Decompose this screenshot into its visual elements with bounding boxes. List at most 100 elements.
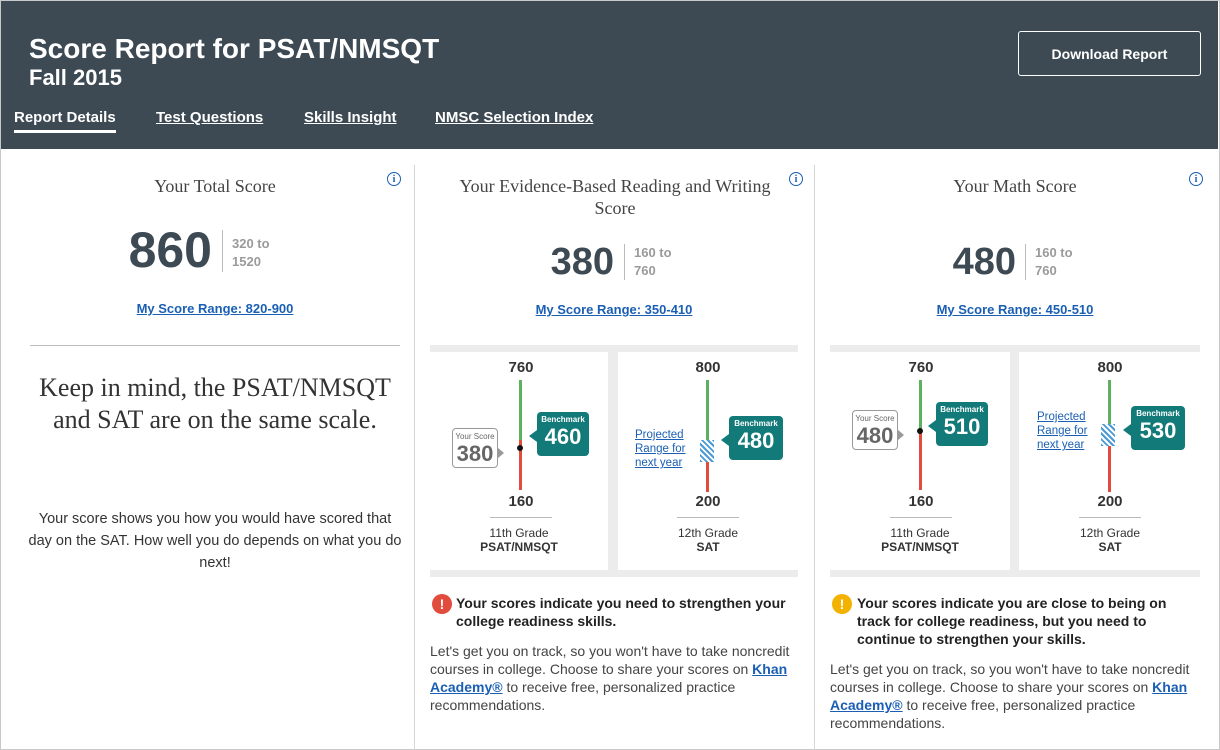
score-marker — [517, 445, 523, 451]
tab-skills-insight[interactable]: Skills Insight — [304, 109, 397, 126]
info-icon[interactable]: i — [387, 172, 401, 186]
gauge-bottom-value: 200 — [1097, 493, 1123, 510]
ebrw-sat-gauge: 800 Projected Range for next year Benchm… — [618, 352, 798, 570]
tab-test-questions[interactable]: Test Questions — [156, 109, 263, 126]
your-score-value: 380 — [456, 441, 494, 466]
above-bar — [519, 380, 522, 440]
math-readiness-message: Your scores indicate you are close to be… — [857, 595, 1167, 647]
projected-line: next year — [1037, 439, 1085, 451]
divider — [890, 517, 952, 518]
gauge-top-value: 760 — [508, 359, 534, 376]
test-label: SAT — [696, 540, 720, 554]
ebrw-score-range: 160 to 760 — [634, 244, 672, 280]
math-sat-gauge: 800 Projected Range for next year Benchm… — [1019, 352, 1200, 570]
gauge-caption: 12th Grade SAT — [1035, 526, 1185, 554]
gauge-top-value: 800 — [1097, 359, 1123, 376]
score-separator — [222, 230, 223, 272]
math-psat-gauge: 760 Your Score 480 Benchmark 510 160 11t… — [830, 352, 1010, 570]
math-score-title: Your Math Score — [953, 176, 1077, 196]
below-bar — [919, 430, 922, 490]
grade-label: 11th Grade — [890, 526, 950, 540]
range-high: 1520 — [232, 254, 261, 269]
above-bar — [706, 380, 709, 442]
divider — [677, 517, 739, 518]
score-separator — [1025, 244, 1026, 280]
range-high: 760 — [634, 263, 656, 278]
gauge-bottom-value: 160 — [908, 493, 934, 510]
math-score-range: 160 to 760 — [1035, 244, 1073, 280]
your-score-badge: Your Score 480 — [852, 410, 904, 450]
tab-report-details[interactable]: Report Details — [14, 109, 116, 133]
ebrw-readiness-detail: Let's get you on track, so you won't hav… — [430, 642, 800, 714]
projected-line: Projected — [1037, 411, 1086, 423]
projected-line: Range for — [635, 443, 686, 455]
benchmark-value: 530 — [1139, 418, 1177, 443]
ebrw-score-range-link[interactable]: My Score Range: 350-410 — [430, 302, 798, 317]
gauge-bottom-value: 160 — [508, 493, 534, 510]
gauge-bottom-value: 200 — [695, 493, 721, 510]
benchmark-badge: Benchmark 510 — [928, 402, 988, 446]
gauge-top-value: 800 — [695, 359, 721, 376]
benchmark-value: 480 — [737, 428, 775, 453]
report-title: Score Report for PSAT/NMSQT — [29, 33, 440, 64]
warning-icon: ! — [832, 594, 852, 614]
grade-label: 12th Grade — [1079, 526, 1141, 540]
projected-range-link[interactable]: Projected Range for next year — [1037, 410, 1088, 452]
same-scale-explanation: Your score shows you how you would have … — [28, 511, 402, 571]
grade-label: 12th Grade — [677, 526, 739, 540]
ebrw-psat-gauge: 760 Your Score 380 Benchmark 460 160 11t… — [430, 352, 608, 570]
gauge-caption: 11th Grade PSAT/NMSQT — [845, 526, 995, 554]
test-label: PSAT/NMSQT — [480, 540, 558, 554]
benchmark-badge: Benchmark 460 — [529, 412, 589, 456]
math-readiness-detail: Let's get you on track, so you won't hav… — [830, 660, 1200, 732]
your-score-badge: Your Score 380 — [452, 428, 504, 468]
error-icon: ! — [432, 594, 452, 614]
range-low: 160 to — [634, 245, 672, 260]
info-icon[interactable]: i — [1189, 172, 1203, 186]
message-text: Let's get you on track, so you won't hav… — [430, 643, 790, 677]
projected-range-link[interactable]: Projected Range for next year — [635, 428, 686, 470]
total-score-range: 320 to 1520 — [232, 235, 270, 271]
range-low: 160 to — [1035, 245, 1073, 260]
benchmark-value: 510 — [943, 414, 981, 439]
column-divider — [814, 165, 815, 750]
score-separator — [624, 244, 625, 280]
ebrw-score-title: Your Evidence-Based Reading and Writing … — [459, 176, 771, 218]
ebrw-score-value: 380 — [550, 241, 614, 283]
same-scale-heading: Keep in mind, the PSAT/NMSQT and SAT are… — [39, 373, 391, 434]
total-score-range-link[interactable]: My Score Range: 820-900 — [30, 301, 400, 316]
your-score-value: 480 — [856, 423, 894, 448]
test-label: SAT — [1098, 540, 1122, 554]
info-icon[interactable]: i — [789, 172, 803, 186]
ebrw-readiness-message: Your scores indicate you need to strengt… — [456, 595, 786, 629]
range-low: 320 to — [232, 236, 270, 251]
benchmark-value: 460 — [544, 424, 582, 449]
math-score-range-link[interactable]: My Score Range: 450-510 — [830, 302, 1200, 317]
total-score-value: 860 — [128, 222, 212, 278]
range-high: 760 — [1035, 263, 1057, 278]
gauge-caption: 11th Grade PSAT/NMSQT — [444, 526, 594, 554]
total-score-title: Your Total Score — [154, 176, 276, 196]
download-report-button[interactable]: Download Report — [1018, 31, 1201, 76]
benchmark-badge: Benchmark 480 — [721, 416, 783, 460]
above-bar — [919, 380, 922, 430]
report-header: Score Report for PSAT/NMSQT Fall 2015 Do… — [1, 1, 1218, 149]
report-subtitle: Fall 2015 — [29, 65, 122, 90]
message-text: Let's get you on track, so you won't hav… — [830, 661, 1190, 695]
projected-line: Projected — [635, 429, 684, 441]
divider — [1079, 517, 1141, 518]
tab-nmsc-selection-index[interactable]: NMSC Selection Index — [435, 109, 593, 126]
projected-line: next year — [635, 457, 683, 469]
test-label: PSAT/NMSQT — [881, 540, 959, 554]
grade-label: 11th Grade — [489, 526, 549, 540]
gauge-top-value: 760 — [908, 359, 934, 376]
projected-range-marker — [1101, 424, 1115, 446]
divider — [30, 345, 400, 346]
gauge-caption: 12th Grade SAT — [633, 526, 783, 554]
benchmark-badge: Benchmark 530 — [1123, 406, 1185, 450]
divider — [490, 517, 552, 518]
projected-line: Range for — [1037, 425, 1088, 437]
score-marker — [917, 428, 923, 434]
column-divider — [414, 165, 415, 750]
projected-range-marker — [700, 440, 714, 462]
